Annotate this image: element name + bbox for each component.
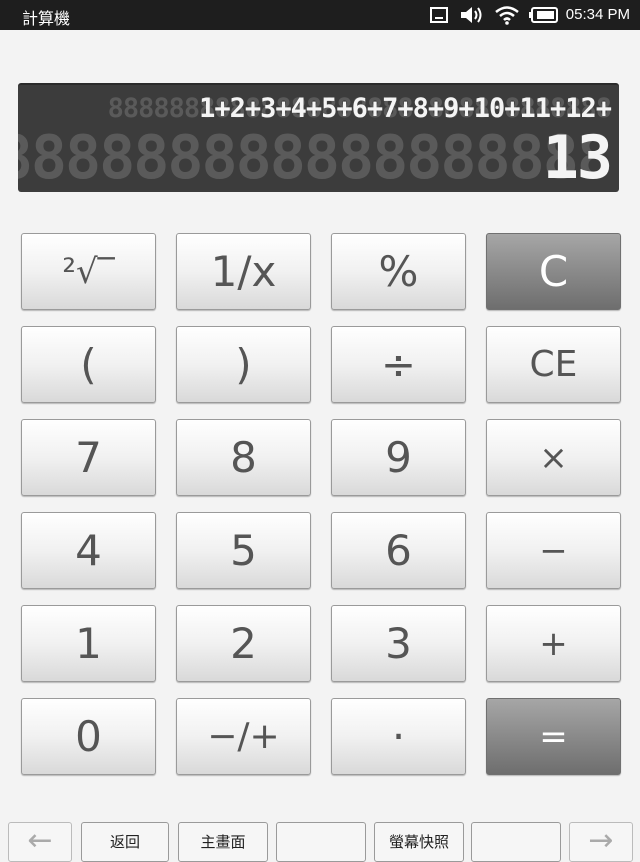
digit-9-button[interactable]: 9 [331, 419, 466, 496]
result-row: 8888888888888888888 13 [18, 123, 613, 192]
result-text: 13 [542, 123, 613, 192]
navigation-bar: ← 返回 主畫面 螢幕快照 → [0, 812, 640, 862]
left-arrow-icon: ← [27, 823, 53, 858]
screenshot-button[interactable]: 螢幕快照 [374, 822, 464, 862]
status-bar: 計算機 05:34 PM [0, 0, 640, 30]
result-ghost-segments: 8888888888888888888 [18, 123, 613, 192]
expression-row: 888888888888888888888888888888888 1+2+3+… [108, 93, 612, 124]
divide-button[interactable]: ÷ [331, 326, 466, 403]
digit-7-button[interactable]: 7 [21, 419, 156, 496]
clear-button[interactable]: C [486, 233, 621, 310]
percent-button[interactable]: % [331, 233, 466, 310]
open-paren-button[interactable]: ( [21, 326, 156, 403]
digit-3-button[interactable]: 3 [331, 605, 466, 682]
clear-entry-button[interactable]: CE [486, 326, 621, 403]
equals-button[interactable]: = [486, 698, 621, 775]
multiply-button[interactable]: × [486, 419, 621, 496]
reciprocal-button[interactable]: 1/x [176, 233, 311, 310]
home-button[interactable]: 主畫面 [178, 822, 268, 862]
app-title: 計算機 [22, 9, 71, 28]
negate-button[interactable]: −/+ [176, 698, 311, 775]
square-root-button[interactable]: ²√‾ [21, 233, 156, 310]
volume-icon [459, 5, 487, 25]
wifi-icon [493, 5, 521, 25]
digit-4-button[interactable]: 4 [21, 512, 156, 589]
add-button[interactable]: + [486, 605, 621, 682]
digit-1-button[interactable]: 1 [21, 605, 156, 682]
forward-arrow-button[interactable]: → [569, 822, 633, 862]
back-button[interactable]: 返回 [81, 822, 169, 862]
digit-5-button[interactable]: 5 [176, 512, 311, 589]
back-arrow-button[interactable]: ← [8, 822, 72, 862]
expression-text: 1+2+3+4+5+6+7+8+9+10+11+12+ [199, 93, 612, 124]
digit-0-button[interactable]: 0 [21, 698, 156, 775]
calculator-display: 888888888888888888888888888888888 1+2+3+… [18, 83, 619, 192]
keypad: ²√‾ 1/x % C ( ) ÷ CE 7 8 9 × 4 5 6 − 1 2… [21, 233, 621, 775]
blank-nav-button-2[interactable] [471, 822, 561, 862]
notification-icon [428, 5, 450, 25]
digit-6-button[interactable]: 6 [331, 512, 466, 589]
subtract-button[interactable]: − [486, 512, 621, 589]
right-arrow-icon: → [588, 823, 614, 858]
blank-nav-button[interactable] [276, 822, 366, 862]
battery-icon [527, 5, 559, 25]
clock: 05:34 PM [565, 6, 630, 23]
digit-2-button[interactable]: 2 [176, 605, 311, 682]
close-paren-button[interactable]: ) [176, 326, 311, 403]
decimal-button[interactable]: · [331, 698, 466, 775]
digit-8-button[interactable]: 8 [176, 419, 311, 496]
